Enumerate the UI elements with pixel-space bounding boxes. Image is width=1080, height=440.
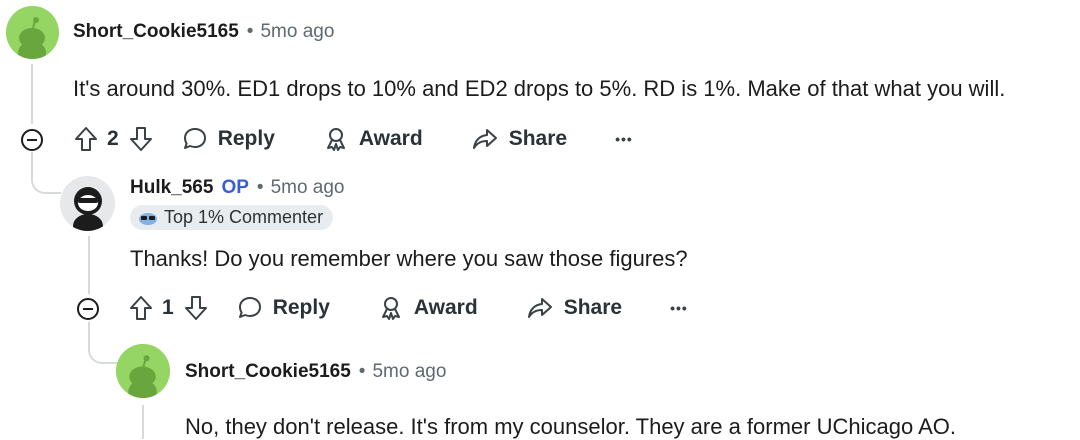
thread-connector: [31, 152, 61, 194]
thread-line[interactable]: [88, 236, 90, 294]
comment-body: No, they don't release. It's from my cou…: [185, 414, 956, 439]
separator-dot: •: [246, 21, 254, 42]
user-flair: Top 1% Commenter: [130, 205, 334, 230]
snoo-avatar-icon: [6, 6, 59, 59]
downvote-icon[interactable]: [128, 125, 154, 153]
sunglasses-icon: [138, 210, 158, 226]
collapse-thread-button[interactable]: [21, 129, 43, 151]
reply-label: Reply: [217, 127, 275, 150]
more-options-button[interactable]: •••: [670, 300, 688, 316]
award-icon: [378, 295, 404, 321]
timestamp[interactable]: 5mo ago: [372, 361, 446, 383]
comment-body: Thanks! Do you remember where you saw th…: [130, 246, 688, 271]
avatar[interactable]: [116, 344, 170, 398]
share-label: Share: [508, 127, 568, 150]
reply-label: Reply: [272, 296, 330, 319]
award-button[interactable]: Award: [378, 295, 478, 321]
share-button[interactable]: Share: [526, 295, 622, 321]
timestamp[interactable]: 5mo ago: [260, 21, 334, 43]
username[interactable]: Short_Cookie5165: [185, 361, 351, 383]
thread-line[interactable]: [31, 64, 33, 124]
avatar[interactable]: [60, 176, 115, 231]
thread-connector: [88, 322, 118, 364]
upvote-icon[interactable]: [128, 294, 154, 322]
award-label: Award: [413, 296, 478, 319]
reply-icon: [237, 295, 263, 321]
reply-icon: [182, 126, 208, 152]
share-label: Share: [563, 296, 623, 319]
vote-count: 2: [107, 127, 119, 150]
share-icon: [526, 295, 554, 321]
award-button[interactable]: Award: [323, 126, 423, 152]
separator-dot: •: [256, 177, 264, 198]
collapse-thread-button[interactable]: [77, 298, 99, 320]
op-badge: OP: [221, 177, 249, 198]
share-button[interactable]: Share: [471, 126, 567, 152]
vote-count: 1: [162, 296, 174, 319]
username[interactable]: Short_Cookie5165: [73, 21, 239, 43]
username[interactable]: Hulk_565: [130, 177, 213, 199]
more-options-button[interactable]: •••: [615, 131, 633, 147]
downvote-icon[interactable]: [183, 294, 209, 322]
reply-button[interactable]: Reply: [237, 295, 330, 321]
thread-line[interactable]: [142, 405, 144, 439]
user-avatar-icon: [60, 176, 115, 231]
award-icon: [323, 126, 349, 152]
flair-label: Top 1% Commenter: [164, 207, 324, 227]
timestamp[interactable]: 5mo ago: [271, 177, 345, 199]
comment-body: It's around 30%. ED1 drops to 10% and ED…: [73, 76, 1006, 101]
upvote-icon[interactable]: [73, 125, 99, 153]
avatar[interactable]: [6, 6, 59, 59]
snoo-avatar-icon: [116, 344, 170, 398]
separator-dot: •: [358, 361, 366, 382]
share-icon: [471, 126, 499, 152]
award-label: Award: [358, 127, 423, 150]
reply-button[interactable]: Reply: [182, 126, 275, 152]
